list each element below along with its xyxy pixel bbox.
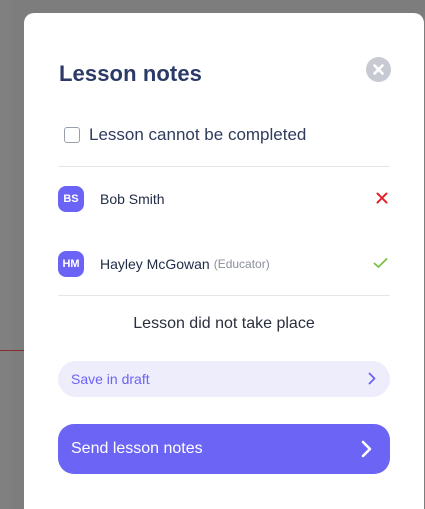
cannot-complete-label: Lesson cannot be completed: [89, 125, 307, 144]
absent-status-icon: [376, 191, 388, 209]
participant-role: (Educator): [213, 257, 270, 271]
participant-row-hayley-mcgowan: HM Hayley McGowan (Educator): [58, 249, 388, 279]
save-in-draft-button[interactable]: Save in draft: [58, 361, 390, 397]
x-mark-icon: [376, 192, 388, 204]
divider-top: [58, 166, 390, 167]
avatar: BS: [58, 186, 84, 212]
divider-bottom: [58, 295, 390, 296]
send-lesson-notes-button[interactable]: Send lesson notes: [58, 424, 390, 474]
background-page-edge: [0, 0, 12, 509]
avatar: HM: [58, 251, 84, 277]
check-mark-icon: [373, 258, 388, 268]
participant-row-bob-smith: BS Bob Smith: [58, 184, 388, 214]
participant-name: Bob Smith: [100, 191, 165, 207]
close-button[interactable]: [366, 57, 391, 82]
cannot-complete-checkbox[interactable]: [64, 127, 80, 143]
close-icon: [373, 64, 384, 75]
participant-name: Hayley McGowan: [100, 256, 210, 272]
modal-title: Lesson notes: [59, 61, 203, 86]
cannot-complete-checkbox-row[interactable]: Lesson cannot be completed: [64, 125, 306, 145]
send-lesson-notes-label: Send lesson notes: [71, 440, 203, 457]
chevron-right-icon: [361, 440, 372, 463]
chevron-right-icon: [368, 372, 376, 390]
lesson-status-summary: Lesson did not take place: [133, 315, 315, 332]
lesson-notes-modal: Lesson notes Lesson cannot be completed …: [24, 13, 424, 509]
save-in-draft-label: Save in draft: [71, 371, 150, 387]
present-status-icon: [373, 256, 388, 274]
background-divider: [0, 350, 24, 351]
